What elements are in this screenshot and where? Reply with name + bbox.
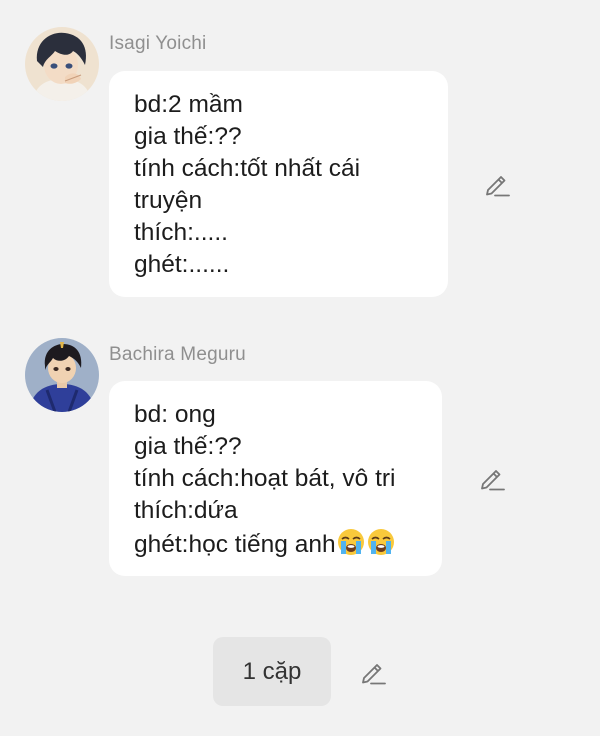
- message-line-with-emoji: ghét:học tiếng anh: [134, 527, 417, 561]
- choice-button[interactable]: 1 cặp: [213, 637, 331, 706]
- edit-message-button[interactable]: [482, 169, 512, 199]
- avatar-bachira[interactable]: [25, 338, 99, 412]
- pencil-edit-icon: [486, 176, 510, 197]
- message-line: tính cách:tốt nhất cái: [134, 155, 361, 182]
- message-line: bd: ong: [134, 401, 216, 428]
- message-line: thích:.....: [134, 219, 228, 246]
- message-bubble: bd:2 mầm gia thế:?? tính cách:tốt nhất c…: [109, 71, 448, 297]
- dark-haired-character-avatar-icon: [25, 27, 99, 101]
- loudly-crying-face-emoji-icon: [366, 527, 396, 557]
- loudly-crying-face-emoji-icon: [336, 527, 366, 557]
- message-line: gia thế:??: [134, 433, 242, 460]
- pencil-edit-icon: [362, 664, 386, 685]
- chat-screen: Isagi Yoichi bd:2 mầm gia thế:?? tính cá…: [0, 0, 600, 736]
- message-line: tính cách:hoạt bát, vô tri: [134, 465, 396, 492]
- message-line: ghét:học tiếng anh: [134, 531, 336, 558]
- message-line: thích:dứa: [134, 497, 238, 524]
- message-line: bd:2 mầm: [134, 91, 243, 118]
- blue-jersey-character-avatar-icon: [25, 338, 99, 412]
- message-line: gia thế:??: [134, 123, 242, 150]
- edit-choice-button[interactable]: [358, 657, 388, 687]
- message-line: ghét:......: [134, 251, 230, 278]
- sender-name: Isagi Yoichi: [109, 33, 207, 54]
- message-bubble: bd: ong gia thế:?? tính cách:hoạt bát, v…: [109, 381, 442, 576]
- message-line: truyện: [134, 187, 203, 214]
- avatar-isagi[interactable]: [25, 27, 99, 101]
- sender-name: Bachira Meguru: [109, 344, 246, 365]
- edit-message-button[interactable]: [477, 463, 507, 493]
- pencil-edit-icon: [481, 470, 505, 491]
